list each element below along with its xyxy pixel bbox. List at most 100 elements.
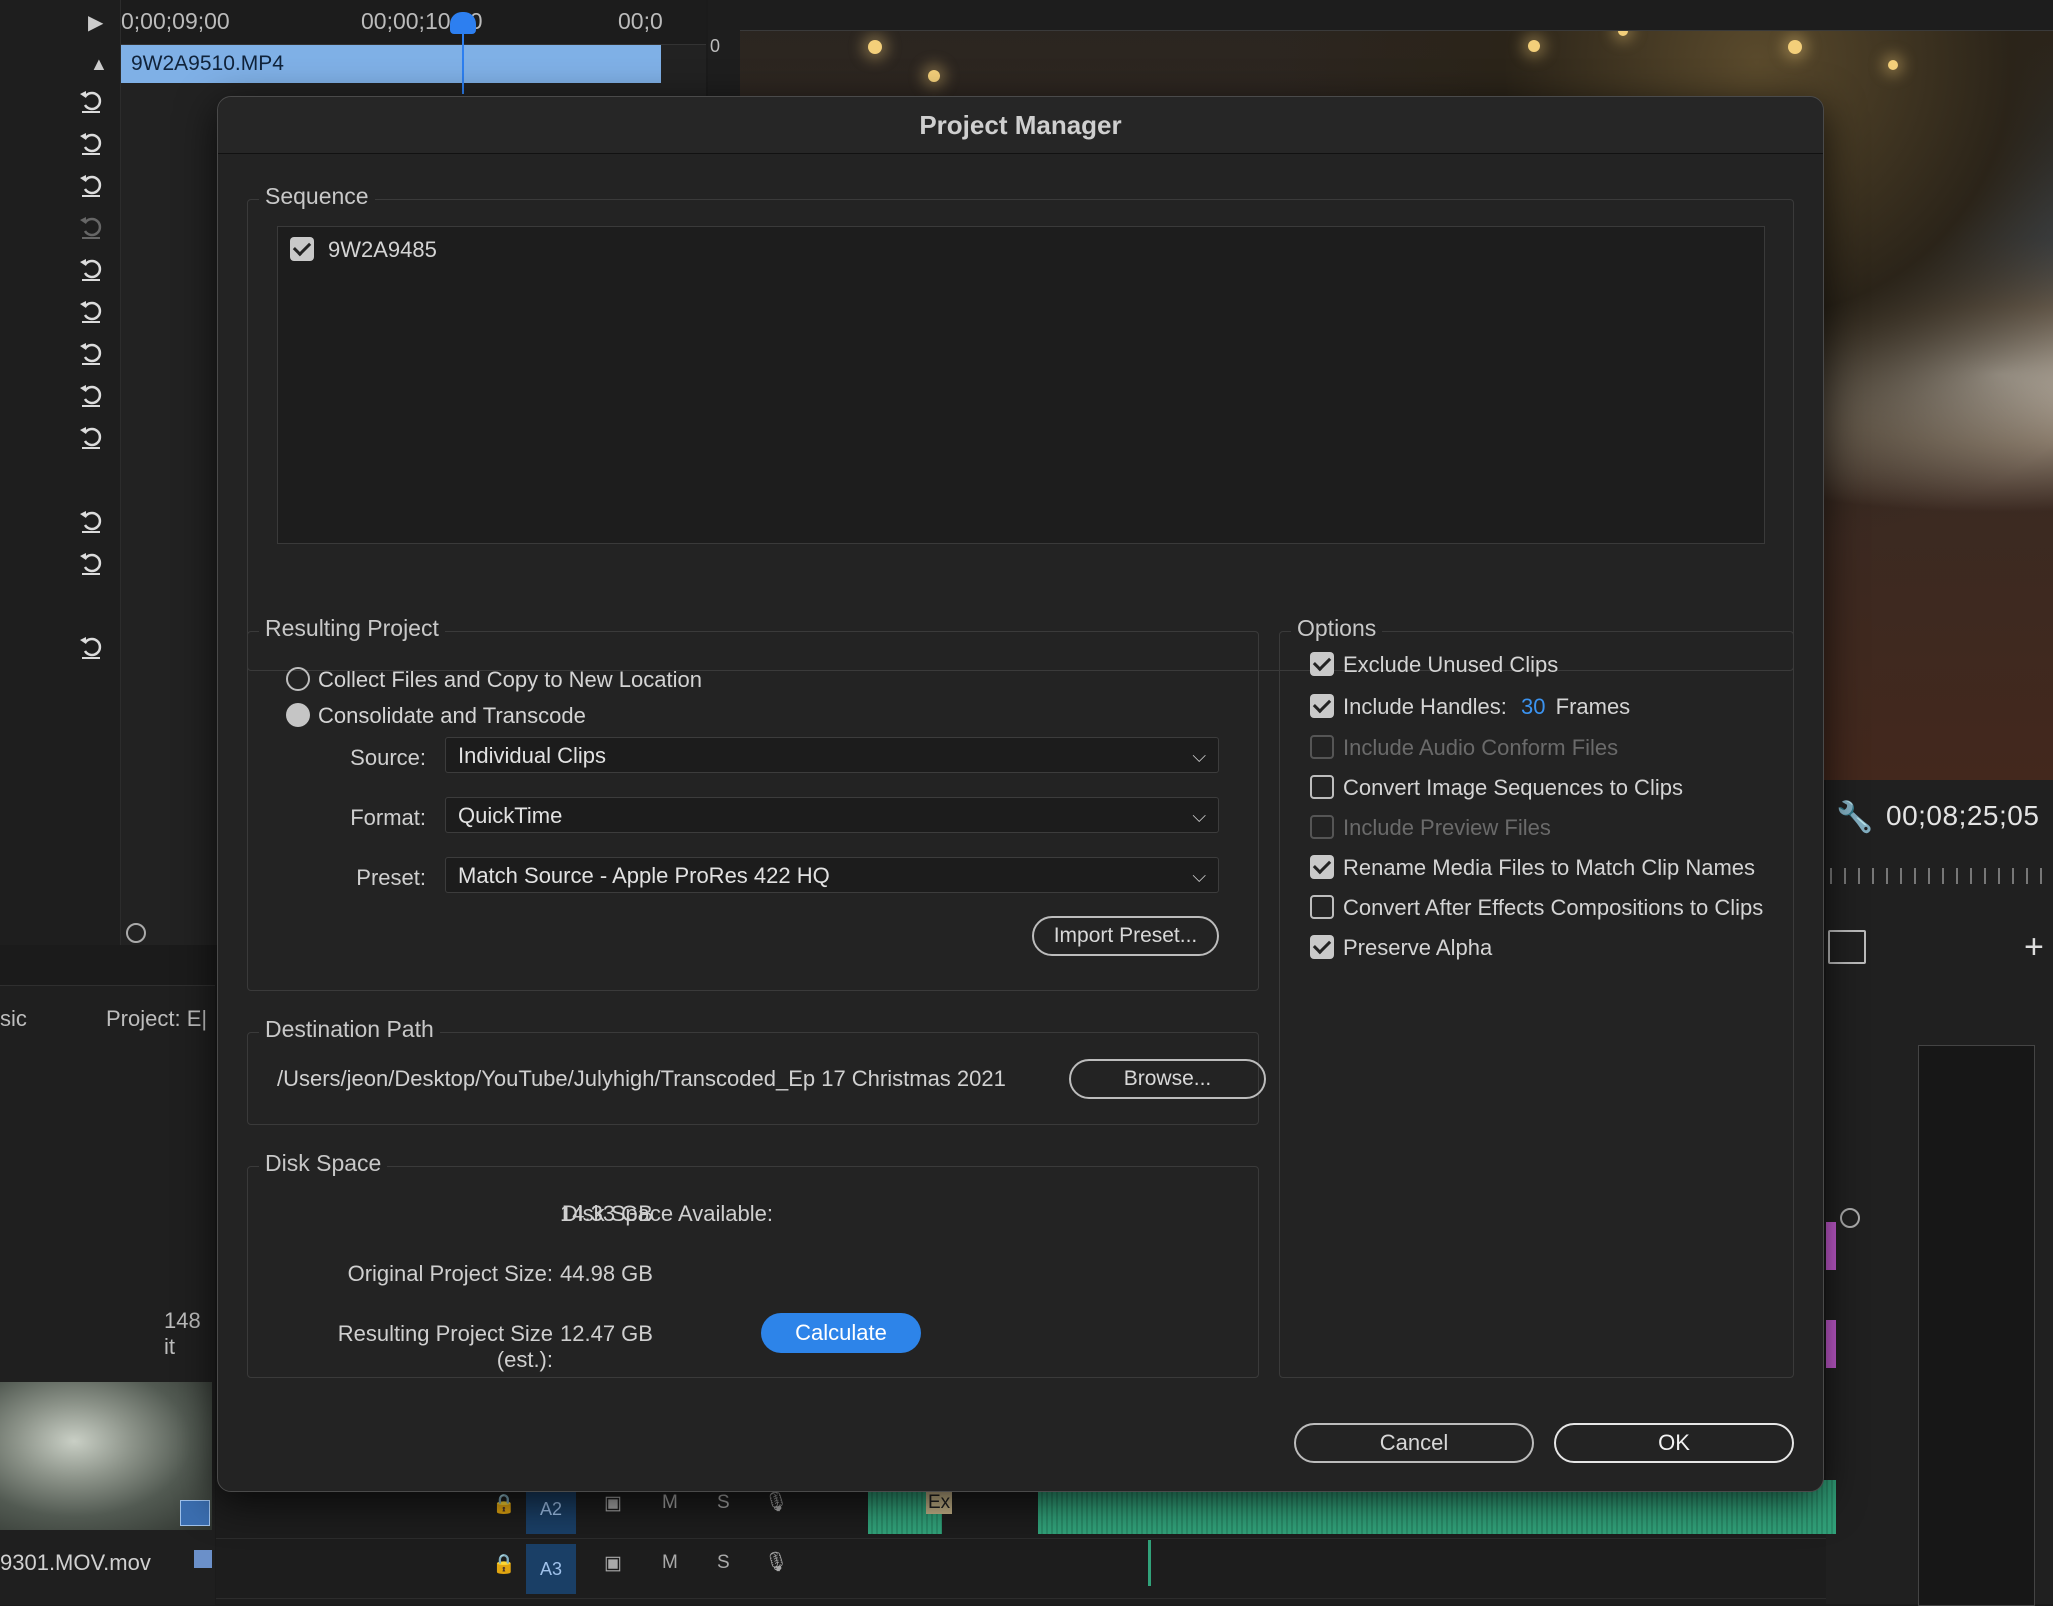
track-label-a3[interactable]: A3 [526,1544,576,1594]
expand-arrow-icon[interactable]: ▶ [88,10,103,35]
exclude-unused-label[interactable]: Exclude Unused Clips [1343,652,1558,678]
exclude-unused-checkbox[interactable] [1310,652,1334,676]
options-legend: Options [1291,615,1383,642]
preserve-alpha-checkbox[interactable] [1310,935,1334,959]
convert-ae-label[interactable]: Convert After Effects Compositions to Cl… [1343,895,1763,921]
ruler-tick: 0;00;09;00 [121,8,230,34]
rename-media-checkbox[interactable] [1310,855,1334,879]
destination-path: /Users/jeon/Desktop/YouTube/Julyhigh/Tra… [277,1066,1006,1091]
track-row-a3: 🔒 A3 ▣ M S 🎙 [216,1540,1826,1599]
convert-image-sequences-checkbox[interactable] [1310,775,1334,799]
calculate-button[interactable]: Calculate [761,1313,921,1353]
solo-button[interactable]: S [717,1552,730,1574]
lock-icon[interactable]: 🔒 [492,1552,516,1576]
track-reset-icon[interactable] [76,296,106,326]
zoom-scroll-handle[interactable] [126,923,146,943]
include-preview-checkbox [1310,815,1334,839]
browse-button[interactable]: Browse... [1069,1059,1266,1099]
convert-ae-checkbox[interactable] [1310,895,1334,919]
playhead-line [462,14,464,94]
track-reset-icon[interactable] [76,548,106,578]
sequence-badge-icon [180,1500,210,1526]
ok-button[interactable]: OK [1554,1423,1794,1463]
track-reset-icon[interactable] [76,212,106,242]
tab-project[interactable]: Project: E| [106,1006,207,1032]
track-reset-icon[interactable] [76,254,106,284]
bokeh-light [1888,60,1898,70]
preset-label: Preset: [356,865,426,890]
solo-button[interactable]: S [717,1492,730,1514]
resulting-size-label: Resulting Project Size (est.): [337,1321,553,1372]
include-handles-checkbox[interactable] [1310,694,1334,718]
format-select[interactable]: QuickTime ⌵ [445,797,1219,833]
project-manager-dialog: Project Manager Sequence 9W2A9485 Result… [217,96,1824,1492]
handles-value-input[interactable]: 30 [1521,694,1545,719]
audio-tracks: 🔒 A2 ▣ M S 🎙 Ex 🔒 A3 ▣ M S 🎙 [216,1480,1836,1604]
chevron-down-icon: ⌵ [1192,746,1206,766]
chevron-down-icon: ⌵ [1192,866,1206,886]
preset-select[interactable]: Match Source - Apple ProRes 422 HQ ⌵ [445,857,1219,893]
cancel-button[interactable]: Cancel [1294,1423,1534,1463]
disk-space-legend: Disk Space [259,1150,388,1177]
track-reset-icon[interactable] [76,338,106,368]
convert-image-sequences-label[interactable]: Convert Image Sequences to Clips [1343,775,1683,801]
collect-files-radio[interactable] [286,667,310,691]
consolidate-label[interactable]: Consolidate and Transcode [318,703,586,729]
mute-button[interactable]: M [662,1492,678,1514]
source-value: Individual Clips [458,743,606,768]
track-reset-icon[interactable] [76,170,106,200]
destination-legend: Destination Path [259,1016,440,1043]
ruler-zero-label: 0 [710,36,721,56]
source-select[interactable]: Individual Clips ⌵ [445,737,1219,773]
monitor-ruler [708,0,2053,31]
sync-icon[interactable]: ▣ [604,1552,622,1575]
thumb-caption: 9301.MOV.mov [0,1550,151,1575]
wrench-icon[interactable]: 🔧 [1836,800,1873,835]
sync-icon[interactable]: ▣ [604,1492,622,1515]
track-reset-icon[interactable] [76,506,106,536]
track-reset-icon[interactable] [76,422,106,452]
sequence-legend: Sequence [259,183,375,210]
include-audio-conform-checkbox [1310,735,1334,759]
preserve-alpha-label[interactable]: Preserve Alpha [1343,935,1492,961]
sequence-checkbox[interactable] [290,237,314,261]
original-size-label: Original Project Size: [347,1261,553,1286]
handles-unit: Frames [1555,694,1631,719]
bokeh-light [868,40,882,54]
include-preview-label: Include Preview Files [1343,815,1551,840]
meter-scroll-handle[interactable] [1840,1208,1860,1228]
time-ruler[interactable]: 0;00;09;00 00;00;10;00 00;0 [121,0,706,45]
track-reset-icon[interactable] [76,380,106,410]
sequence-list: 9W2A9485 [277,226,1765,544]
format-label: Format: [350,805,426,830]
include-handles-label[interactable]: Include Handles: 30 Frames [1343,694,1630,720]
export-frame-icon[interactable] [1828,930,1866,964]
lock-icon[interactable]: 🔒 [492,1492,516,1516]
collapse-arrow-icon[interactable]: ▲ [90,54,108,75]
playhead-timecode[interactable]: 00;08;25;05 [1886,800,2039,832]
track-color-marker [1826,1222,1836,1270]
mini-ruler [1830,868,2053,884]
source-label: Source: [350,745,426,770]
add-button-icon[interactable]: + [2024,928,2044,967]
rename-media-label[interactable]: Rename Media Files to Match Clip Names [1343,855,1755,881]
label-color-swatch[interactable] [194,1550,212,1568]
bokeh-light [1788,40,1802,54]
chevron-down-icon: ⌵ [1192,806,1206,826]
include-handles-text: Include Handles: [1343,694,1507,719]
tab-partial[interactable]: sic [0,1006,27,1032]
timeline-clip[interactable]: 9W2A9510.MP4 [121,45,661,83]
track-reset-icon[interactable] [76,632,106,662]
import-preset-button[interactable]: Import Preset... [1032,916,1219,956]
track-color-marker [1826,1320,1836,1368]
mute-button[interactable]: M [662,1552,678,1574]
track-reset-icon[interactable] [76,86,106,116]
preset-value: Match Source - Apple ProRes 422 HQ [458,863,830,888]
collect-files-label[interactable]: Collect Files and Copy to New Location [318,667,702,693]
mic-icon[interactable]: 🎙 [764,1490,788,1514]
resulting-project-legend: Resulting Project [259,615,445,642]
mic-icon[interactable]: 🎙 [764,1550,788,1574]
track-reset-icon[interactable] [76,128,106,158]
consolidate-radio[interactable] [286,703,310,727]
include-audio-conform-label: Include Audio Conform Files [1343,735,1619,760]
